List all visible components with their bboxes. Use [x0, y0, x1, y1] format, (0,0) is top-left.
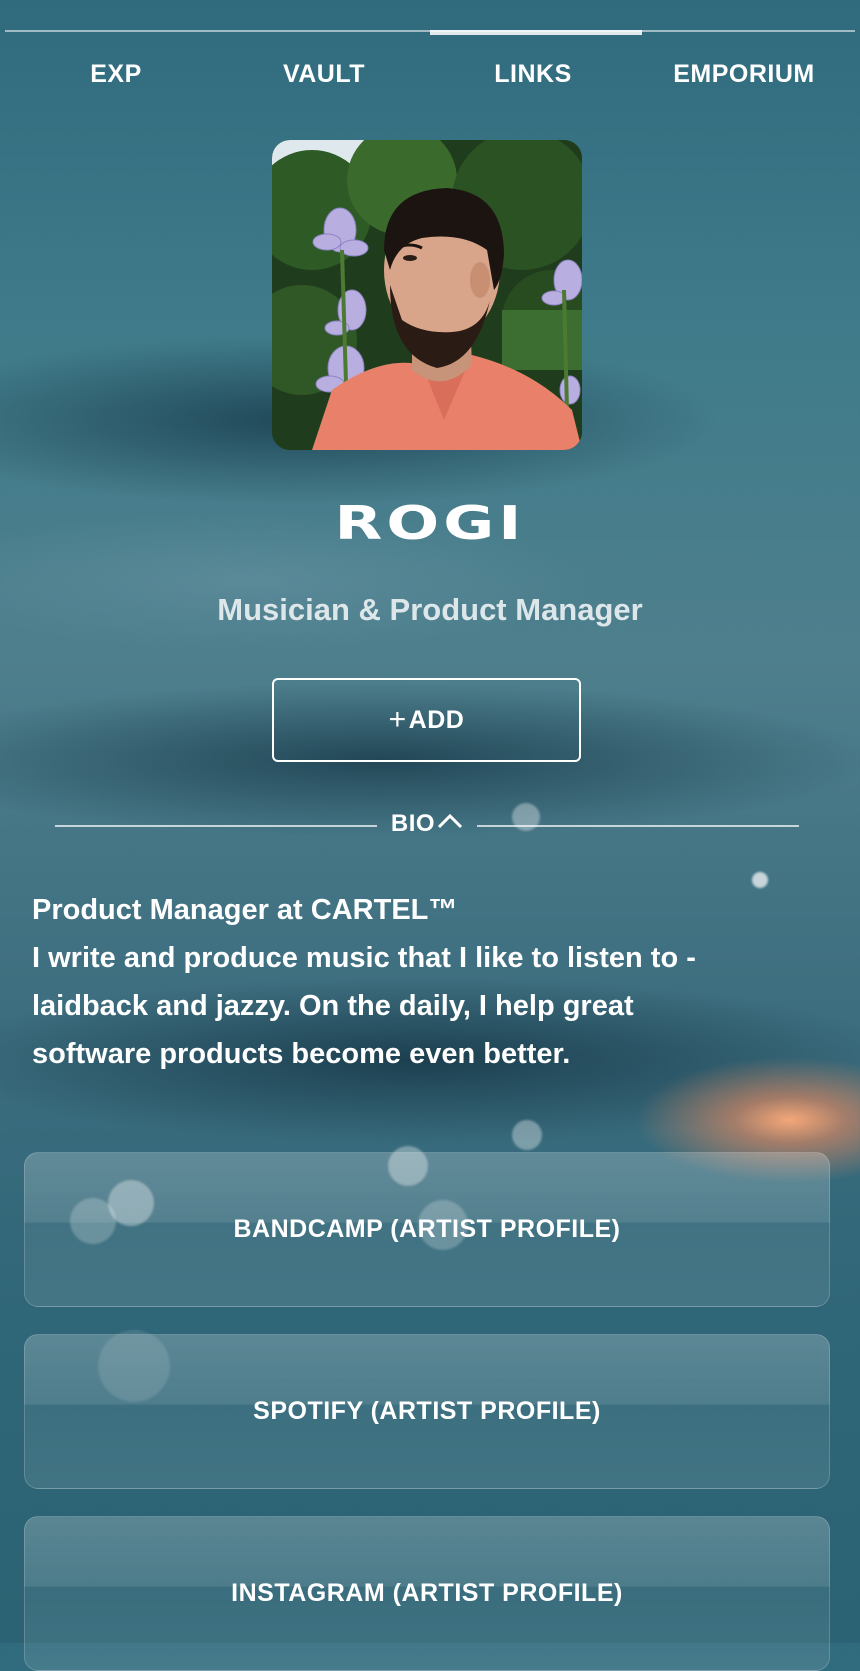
bio-divider: BIO: [55, 810, 799, 840]
link-card-spotify[interactable]: SPOTIFY (ARTIST PROFILE): [24, 1334, 830, 1489]
avatar: [272, 140, 582, 450]
link-card-label: BANDCAMP (ARTIST PROFILE): [233, 1215, 621, 1243]
profile-photo: [272, 140, 582, 450]
bio-line: software products become even better.: [32, 1038, 571, 1070]
nav-item-emporium[interactable]: EMPORIUM: [673, 60, 815, 89]
chevron-up-icon: [438, 813, 463, 829]
bio-line: I write and produce music that I like to…: [32, 942, 696, 974]
link-card-label: SPOTIFY (ARTIST PROFILE): [253, 1397, 601, 1425]
bio-line: Product Manager at CARTEL™: [32, 894, 458, 926]
add-button[interactable]: + ADD: [272, 678, 581, 762]
bio-text: Product Manager at CARTEL™ I write and p…: [32, 886, 822, 1078]
bokeh-light: [512, 1120, 542, 1150]
nav-active-indicator: [430, 30, 642, 35]
top-nav: EXP VAULT LINKS EMPORIUM: [0, 60, 860, 94]
nav-item-links[interactable]: LINKS: [494, 60, 572, 89]
add-button-label: ADD: [408, 705, 465, 734]
divider-line-right: [477, 825, 799, 827]
profile-name: ROGI: [334, 496, 526, 550]
nav-item-vault[interactable]: VAULT: [283, 60, 365, 89]
plus-icon: +: [388, 703, 407, 736]
bio-toggle-label: BIO: [390, 810, 436, 837]
divider-line-left: [55, 825, 377, 827]
bio-line: laidback and jazzy. On the daily, I help…: [32, 990, 634, 1022]
link-card-instagram[interactable]: INSTAGRAM (ARTIST PROFILE): [24, 1516, 830, 1671]
link-card-bandcamp[interactable]: BANDCAMP (ARTIST PROFILE): [24, 1152, 830, 1307]
bio-toggle[interactable]: BIO: [375, 810, 479, 838]
link-card-label: INSTAGRAM (ARTIST PROFILE): [231, 1579, 623, 1607]
nav-item-exp[interactable]: EXP: [90, 60, 142, 89]
profile-subtitle: Musician & Product Manager: [217, 592, 643, 627]
